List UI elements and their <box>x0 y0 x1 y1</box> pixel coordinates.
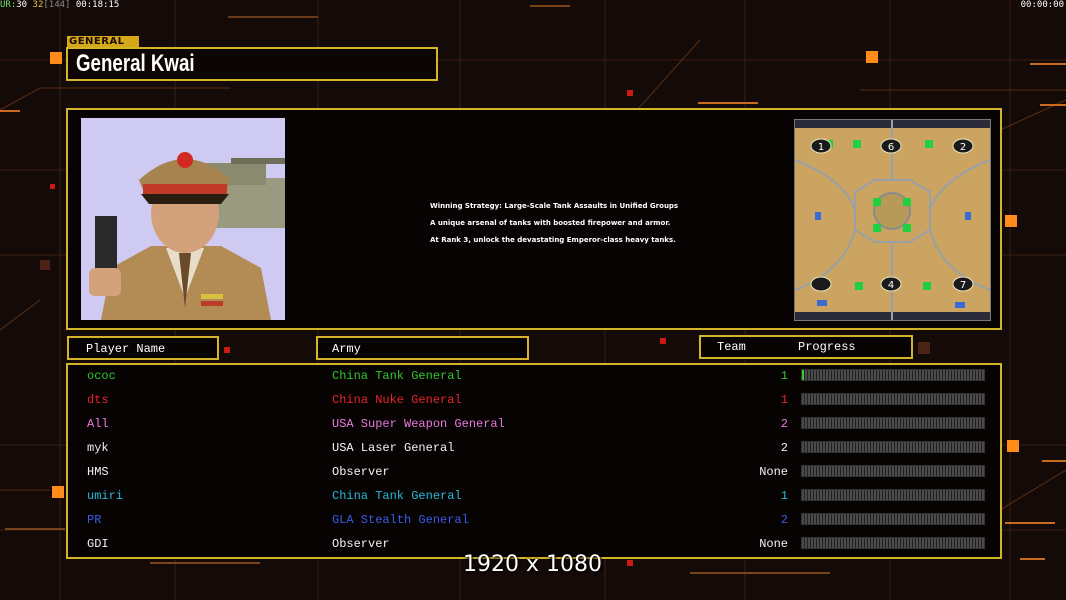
progress-bar <box>801 369 985 381</box>
player-army: Observer <box>332 537 390 551</box>
header-army[interactable]: Army <box>316 336 529 360</box>
strategy-line: At Rank 3, unlock the devastating Empero… <box>430 236 676 244</box>
progress-bar <box>801 537 985 549</box>
start-position-label: 7 <box>960 280 966 291</box>
player-army: China Tank General <box>332 369 462 383</box>
player-team: 1 <box>780 489 788 503</box>
progress-bar <box>801 417 985 429</box>
fps-refresh: [144] <box>43 0 71 10</box>
player-army: Observer <box>332 465 390 479</box>
progress-bar <box>801 393 985 405</box>
map-preview[interactable]: 1 6 2 4 7 <box>794 119 991 321</box>
player-name: All <box>87 417 109 431</box>
player-row[interactable]: HMS Observer None <box>68 461 1000 485</box>
player-team: 1 <box>780 369 788 383</box>
player-row[interactable]: PR GLA Stealth General 2 <box>68 509 1000 533</box>
general-portrait-icon <box>81 118 285 320</box>
player-team: 2 <box>780 417 788 431</box>
general-name-box: General Kwai <box>66 47 438 81</box>
resolution-overlay: 1920 x 1080 <box>463 552 602 577</box>
general-portrait <box>81 118 285 320</box>
game-clock: 00:00:00 <box>1020 0 1064 10</box>
header-player-name[interactable]: Player Name <box>67 336 219 360</box>
general-category-label: GENERAL <box>67 36 139 47</box>
header-player-name-label: Player Name <box>86 342 166 356</box>
player-team: None <box>759 537 788 551</box>
fps-limit: 32 <box>32 0 44 10</box>
player-row[interactable]: umiri China Tank General 1 <box>68 485 1000 509</box>
fps-value: 30 <box>16 0 28 10</box>
player-army: USA Super Weapon General <box>332 417 505 431</box>
player-name: GDI <box>87 537 109 551</box>
start-position-label: 2 <box>960 142 966 153</box>
fps-counter: UR:30 32[144] 00:18:15 <box>0 0 119 10</box>
player-name: HMS <box>87 465 109 479</box>
player-row[interactable]: All USA Super Weapon General 2 <box>68 413 1000 437</box>
player-name: dts <box>87 393 109 407</box>
player-army: China Nuke General <box>332 393 462 407</box>
header-team-label: Team <box>717 340 746 354</box>
header-progress-label: Progress <box>798 340 856 354</box>
elapsed-time: 00:18:15 <box>75 0 120 10</box>
start-position-label: 6 <box>888 142 894 153</box>
start-position-label: 4 <box>888 280 894 291</box>
strategy-line: Winning Strategy: Large-Scale Tank Assau… <box>430 202 679 210</box>
progress-bar <box>801 513 985 525</box>
player-team: 1 <box>780 393 788 407</box>
player-name: ococ <box>87 369 116 383</box>
general-name: General Kwai <box>76 50 195 77</box>
player-army: GLA Stealth General <box>332 513 469 527</box>
player-name: umiri <box>87 489 124 503</box>
progress-fill <box>802 370 804 380</box>
player-name: myk <box>87 441 109 455</box>
header-team-progress[interactable]: Team Progress <box>699 335 913 359</box>
player-row[interactable]: ococ China Tank General 1 <box>68 365 1000 389</box>
player-team: 2 <box>780 513 788 527</box>
map-preview-icon: 1 6 2 4 7 <box>795 120 990 320</box>
strategy-line: A unique arsenal of tanks with boosted f… <box>430 219 671 227</box>
strategy-text: Winning Strategy: Large-Scale Tank Assau… <box>430 198 678 249</box>
start-position-label: 1 <box>818 142 824 153</box>
player-row[interactable]: myk USA Laser General 2 <box>68 437 1000 461</box>
player-row[interactable]: dts China Nuke General 1 <box>68 389 1000 413</box>
general-info-panel: Winning Strategy: Large-Scale Tank Assau… <box>66 108 1002 330</box>
progress-bar <box>801 465 985 477</box>
fps-prefix: UR: <box>0 0 17 10</box>
player-army: USA Laser General <box>332 441 455 455</box>
player-name: PR <box>87 513 102 527</box>
player-team: None <box>759 465 788 479</box>
progress-bar <box>801 489 985 501</box>
progress-bar <box>801 441 985 453</box>
player-team: 2 <box>780 441 788 455</box>
player-army: China Tank General <box>332 489 462 503</box>
header-army-label: Army <box>332 342 361 356</box>
player-list: ococ China Tank General 1 dts China Nuke Gen… <box>66 363 1002 559</box>
